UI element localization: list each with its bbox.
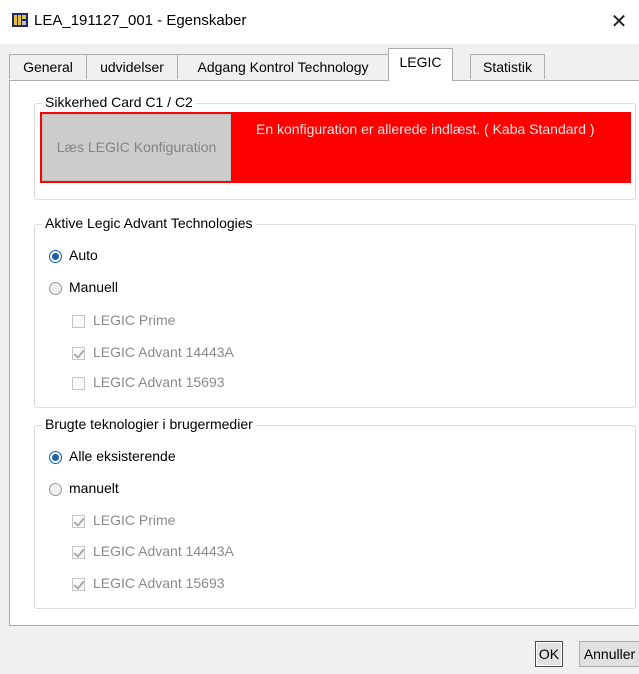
tab-general[interactable]: General xyxy=(9,54,87,79)
close-icon: ✕ xyxy=(610,11,628,33)
used-tech-group: Brugte teknologier i brugermedier Alle e… xyxy=(34,416,636,609)
manuell-radio[interactable] xyxy=(49,282,62,295)
legic-advant-14443a-label: LEGIC Advant 14443A xyxy=(93,344,234,360)
legic-advant-14443a-checkbox[interactable] xyxy=(72,347,85,360)
tab-label: General xyxy=(23,59,73,75)
used-legic-advant-15693-label: LEGIC Advant 15693 xyxy=(93,575,225,591)
tab-label: Statistik xyxy=(482,59,532,75)
window-title: LEA_191127_001 - Egenskaber xyxy=(34,12,247,29)
used-tech-group-label: Brugte teknologier i brugermedier xyxy=(42,416,256,432)
close-button[interactable]: ✕ xyxy=(599,0,639,44)
used-legic-advant-14443a-label: LEGIC Advant 14443A xyxy=(93,543,234,559)
alle-eksisterende-label: Alle eksisterende xyxy=(69,448,176,464)
app-icon xyxy=(12,13,28,27)
manuell-label: Manuell xyxy=(69,279,119,295)
tab-adgang-kontrol-technology[interactable]: Adgang Kontrol Technology xyxy=(177,54,389,79)
title-bar: LEA_191127_001 - Egenskaber ✕ xyxy=(0,0,639,44)
used-legic-advant-15693-checkbox[interactable] xyxy=(72,578,85,591)
cancel-label: Annuller xyxy=(583,646,636,662)
legic-advant-15693-label: LEGIC Advant 15693 xyxy=(93,374,225,390)
manuelt-label: manuelt xyxy=(69,480,119,496)
legic-prime-label: LEGIC Prime xyxy=(93,312,176,328)
ok-label: OK xyxy=(538,646,560,662)
legic-advant-15693-checkbox[interactable] xyxy=(72,377,85,390)
tab-statistik[interactable]: Statistik xyxy=(470,54,545,79)
tab-label: Adgang Kontrol Technology xyxy=(197,59,369,75)
alle-eksisterende-radio[interactable] xyxy=(49,451,62,464)
active-tech-group-label: Aktive Legic Advant Technologies xyxy=(42,215,256,231)
used-legic-advant-14443a-checkbox[interactable] xyxy=(72,546,85,559)
auto-radio[interactable] xyxy=(49,250,62,263)
read-legic-config-button[interactable]: Læs LEGIC Konfiguration xyxy=(42,114,231,181)
used-legic-prime-label: LEGIC Prime xyxy=(93,512,176,528)
legic-prime-checkbox[interactable] xyxy=(72,315,85,328)
active-tech-group: Aktive Legic Advant Technologies Auto Ma… xyxy=(34,215,636,408)
tab-legic[interactable]: LEGIC xyxy=(388,48,453,81)
auto-label: Auto xyxy=(69,247,98,263)
ok-button[interactable]: OK xyxy=(535,641,563,667)
read-button-label: Læs LEGIC Konfiguration xyxy=(56,139,217,155)
tab-label: LEGIC xyxy=(399,54,442,70)
manuelt-radio[interactable] xyxy=(49,483,62,496)
legic-tab-panel: Sikkerhed Card C1 / C2 Læs LEGIC Konfigu… xyxy=(9,80,639,626)
used-legic-prime-checkbox[interactable] xyxy=(72,515,85,528)
security-group-label: Sikkerhed Card C1 / C2 xyxy=(42,94,196,110)
cancel-button[interactable]: Annuller xyxy=(579,641,639,667)
status-panel: Læs LEGIC Konfiguration En konfiguration… xyxy=(40,112,631,183)
tab-udvidelser[interactable]: udvidelser xyxy=(86,54,178,79)
security-group: Sikkerhed Card C1 / C2 Læs LEGIC Konfigu… xyxy=(34,94,636,200)
tab-label: udvidelser xyxy=(100,59,164,75)
status-text: En konfiguration er allerede indlæst. ( … xyxy=(256,121,595,137)
